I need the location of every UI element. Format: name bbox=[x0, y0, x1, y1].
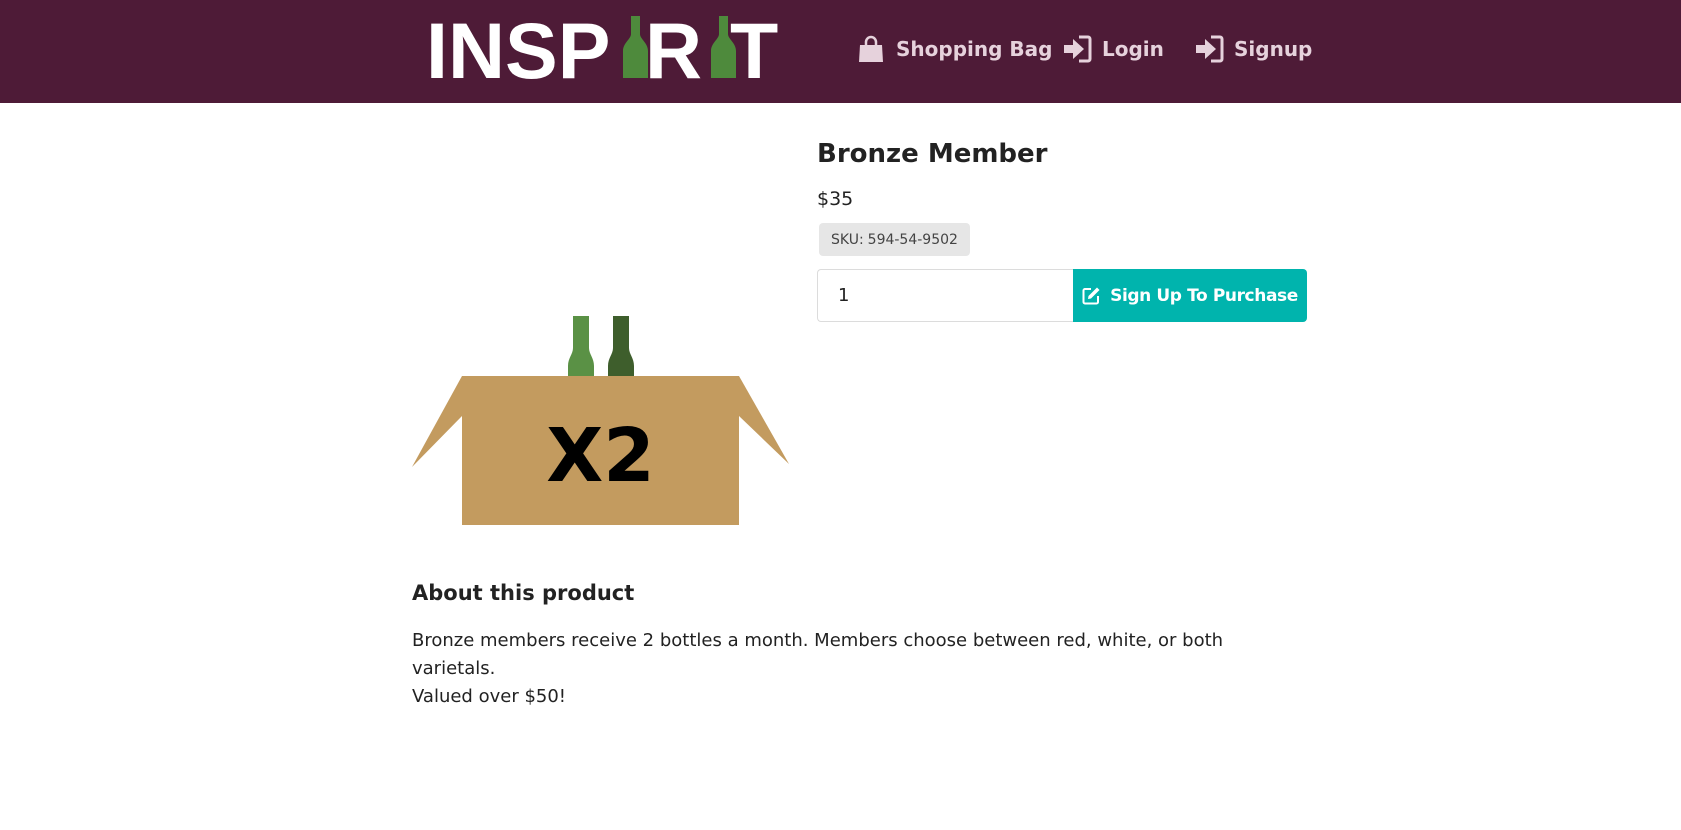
box-count-label: X2 bbox=[546, 413, 655, 499]
inspirit-logo[interactable]: INSP R T bbox=[428, 12, 795, 82]
svg-text:INSP: INSP bbox=[428, 12, 610, 82]
about-description-line-2: Valued over $50! bbox=[412, 686, 567, 707]
product-title: Bronze Member bbox=[817, 139, 1048, 169]
wine-bottle-icon bbox=[608, 316, 634, 382]
sign-up-to-purchase-label: Sign Up To Purchase bbox=[1110, 285, 1298, 306]
logo-wordmark-graphic: INSP R T bbox=[428, 12, 778, 82]
sku-value: 594-54-9502 bbox=[867, 231, 958, 248]
about-heading: About this product bbox=[412, 581, 635, 605]
svg-text:T: T bbox=[730, 12, 778, 82]
nav-login-label: Login bbox=[1102, 37, 1164, 61]
svg-text:R: R bbox=[645, 12, 702, 82]
sign-in-icon bbox=[1062, 35, 1092, 63]
shopping-bag-icon bbox=[856, 34, 886, 64]
nav-signup-label: Signup bbox=[1234, 37, 1313, 61]
nav-login[interactable]: Login bbox=[1062, 0, 1164, 98]
top-navigation-bar: INSP R T Shopping Bag Login Signup bbox=[0, 0, 1681, 103]
nav-shopping-bag[interactable]: Shopping Bag bbox=[856, 0, 1052, 98]
wine-bottle-icon bbox=[568, 316, 594, 382]
sku-label: SKU: bbox=[831, 231, 864, 248]
edit-icon bbox=[1082, 286, 1101, 305]
sku-badge: SKU: 594-54-9502 bbox=[819, 223, 970, 256]
about-description-line-1: Bronze members receive 2 bottles a month… bbox=[412, 630, 1224, 679]
quantity-input[interactable] bbox=[817, 269, 1073, 322]
product-image: X2 bbox=[412, 312, 789, 528]
nav-shopping-bag-label: Shopping Bag bbox=[896, 37, 1053, 61]
about-description: Bronze members receive 2 bottles a month… bbox=[412, 627, 1292, 711]
sign-up-to-purchase-button[interactable]: Sign Up To Purchase bbox=[1073, 269, 1307, 322]
product-price: $35 bbox=[817, 188, 854, 210]
sign-in-icon bbox=[1194, 35, 1224, 63]
nav-signup[interactable]: Signup bbox=[1194, 0, 1312, 98]
